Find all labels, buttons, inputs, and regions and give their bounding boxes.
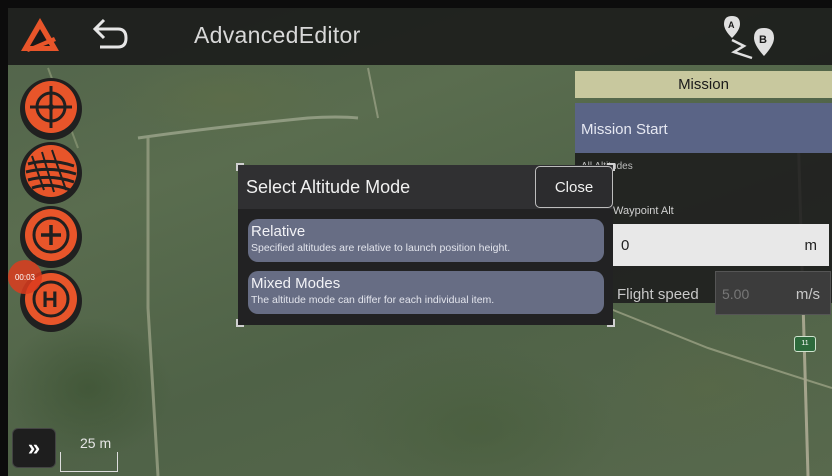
svg-text:B: B bbox=[759, 34, 767, 46]
mission-settings: All Altitudes Waypoint Alt 0 m Flight sp… bbox=[575, 153, 832, 315]
app-title: AdvancedEditor bbox=[194, 22, 361, 48]
app-window: AdvancedEditor A B H 00:03 Mission Missi… bbox=[8, 8, 832, 476]
dialog-title: Select Altitude Mode bbox=[246, 177, 411, 197]
option-description: The altitude mode can differ for each in… bbox=[251, 294, 495, 306]
waypoint-alt-value: 0 bbox=[621, 237, 630, 254]
map-scale-bar bbox=[60, 452, 118, 472]
flight-speed-label: Flight speed bbox=[617, 286, 699, 303]
waypoint-alt-label: Waypoint Alt bbox=[613, 205, 674, 217]
mission-start-item[interactable]: Mission Start bbox=[575, 103, 832, 153]
relative-mode-option[interactable]: Relative Specified altitudes are relativ… bbox=[248, 219, 604, 262]
dialog-corner bbox=[236, 319, 244, 327]
svg-text:H: H bbox=[42, 287, 58, 312]
target-button[interactable] bbox=[20, 78, 82, 140]
app-logo-button[interactable] bbox=[14, 14, 66, 60]
survey-pattern-icon bbox=[22, 142, 80, 205]
waypoint-alt-unit: m bbox=[804, 237, 818, 254]
mission-header[interactable]: Mission bbox=[575, 71, 832, 98]
back-button[interactable] bbox=[78, 14, 138, 60]
add-waypoint-icon bbox=[22, 206, 80, 269]
svg-text:A: A bbox=[728, 20, 735, 30]
close-button[interactable]: Close bbox=[535, 166, 613, 208]
app-logo-icon bbox=[18, 15, 62, 60]
waypoint-alt-field[interactable]: 0 m bbox=[613, 224, 829, 266]
route-a-b-icon: A B bbox=[718, 16, 782, 68]
dialog-corner bbox=[607, 319, 615, 327]
dialog-header: Select Altitude Mode Close bbox=[238, 165, 613, 209]
option-title: Relative bbox=[251, 223, 306, 240]
expand-toolbar-button[interactable]: » bbox=[12, 428, 56, 468]
target-icon bbox=[22, 78, 80, 141]
option-description: Specified altitudes are relative to laun… bbox=[251, 242, 511, 254]
route-planner-button[interactable]: A B bbox=[718, 12, 782, 64]
flight-speed-field[interactable]: 5.00 m/s bbox=[715, 271, 831, 315]
altitude-mode-dialog: Select Altitude Mode Close Relative Spec… bbox=[236, 163, 615, 327]
road-sign: 11 bbox=[794, 336, 816, 352]
flight-speed-value: 5.00 bbox=[722, 286, 750, 302]
back-arrow-icon bbox=[86, 15, 130, 60]
flight-speed-unit: m/s bbox=[795, 286, 820, 303]
double-chevron-right-icon: » bbox=[27, 435, 41, 460]
mixed-modes-option[interactable]: Mixed Modes The altitude mode can differ… bbox=[248, 271, 604, 314]
recording-timer: 00:03 bbox=[8, 260, 42, 294]
top-bar: AdvancedEditor A B bbox=[8, 8, 832, 65]
option-title: Mixed Modes bbox=[251, 275, 341, 292]
survey-pattern-button[interactable] bbox=[20, 142, 82, 204]
add-waypoint-button[interactable] bbox=[20, 206, 82, 268]
map-scale-label: 25 m bbox=[80, 435, 112, 451]
